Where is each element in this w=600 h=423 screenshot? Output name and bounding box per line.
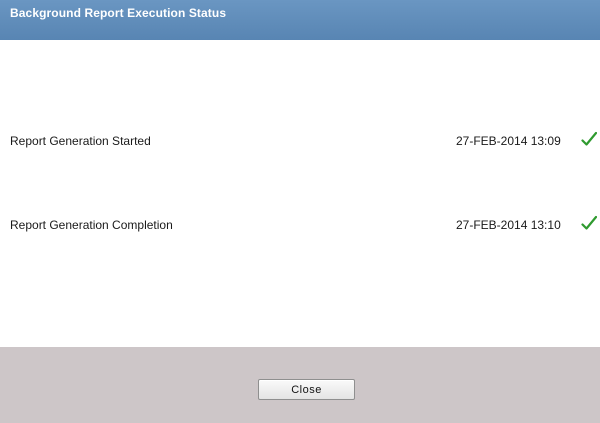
status-timestamp: 27-FEB-2014 13:10: [456, 218, 561, 232]
status-label: Report Generation Completion: [10, 218, 173, 232]
dialog-body: Report Generation Started 27-FEB-2014 13…: [0, 40, 600, 347]
dialog-title: Background Report Execution Status: [10, 6, 227, 20]
status-label: Report Generation Started: [10, 134, 151, 148]
close-button[interactable]: Close: [258, 379, 355, 400]
status-row-completion: Report Generation Completion 27-FEB-2014…: [0, 215, 600, 235]
checkmark-icon: [581, 215, 597, 230]
report-status-dialog: Background Report Execution Status Repor…: [0, 0, 600, 423]
status-timestamp: 27-FEB-2014 13:09: [456, 134, 561, 148]
checkmark-icon: [581, 131, 597, 146]
dialog-title-bar: Background Report Execution Status: [0, 0, 600, 40]
dialog-footer: Close: [0, 347, 600, 423]
status-row-started: Report Generation Started 27-FEB-2014 13…: [0, 131, 600, 151]
